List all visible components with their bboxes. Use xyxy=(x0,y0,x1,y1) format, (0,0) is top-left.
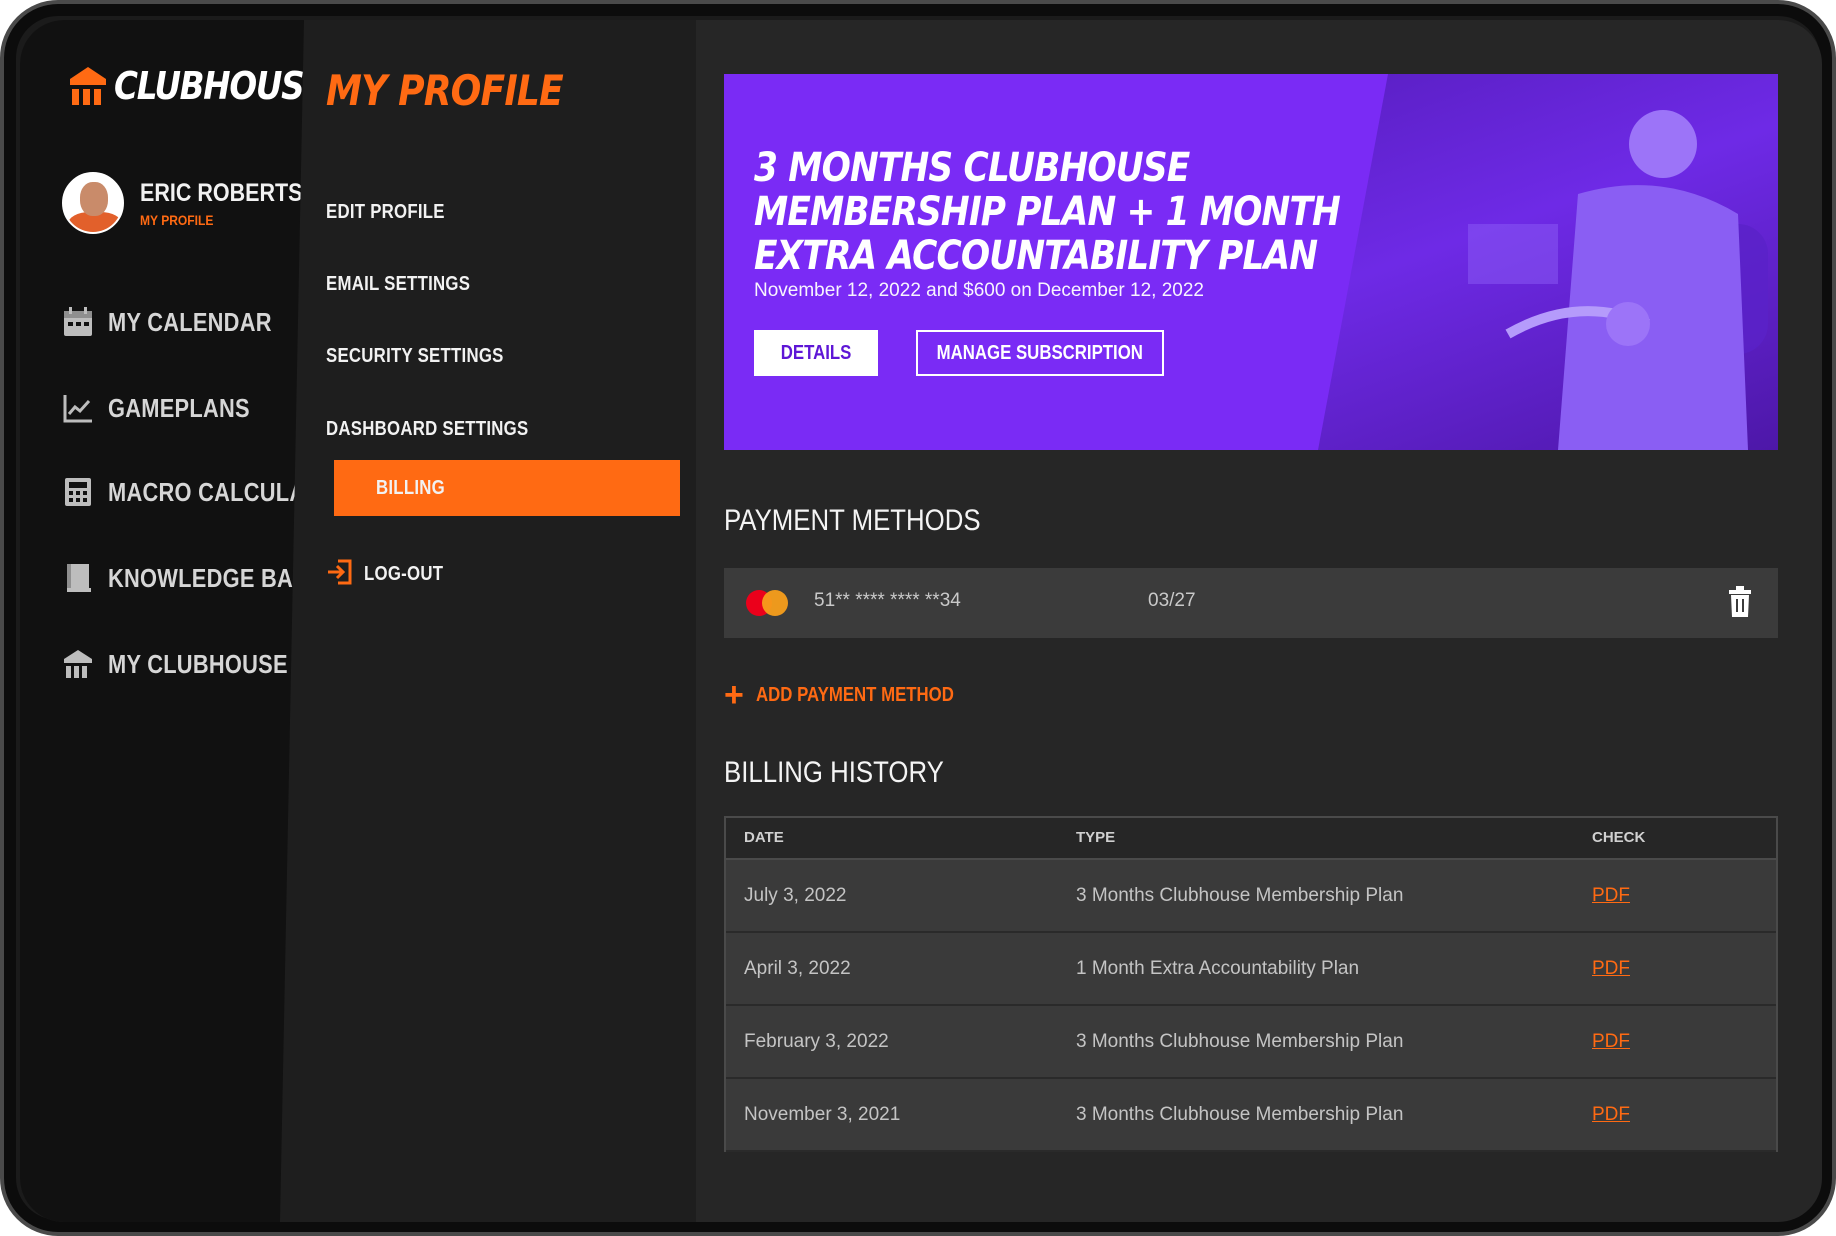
device-frame: CLUBHOUSE ERIC ROBERTS MY PROFILE MY CAL… xyxy=(0,0,1836,1236)
menu-dashboard-settings[interactable]: DASHBOARD SETTINGS xyxy=(326,401,567,457)
pdf-link[interactable]: PDF xyxy=(1592,885,1630,906)
brand-name: CLUBHOUSE xyxy=(114,64,326,108)
clubhouse-logo-icon xyxy=(68,65,108,107)
manage-subscription-button[interactable]: MANAGE SUBSCRIPTION xyxy=(916,330,1164,376)
calendar-icon xyxy=(62,306,94,338)
table-row: April 3, 2022 1 Month Extra Accountabili… xyxy=(726,933,1776,1006)
pdf-link[interactable]: PDF xyxy=(1592,1031,1630,1052)
clubhouse-icon xyxy=(62,648,94,680)
menu-billing[interactable]: BILLING xyxy=(334,460,680,516)
sidebar-item-my-clubhouse[interactable]: MY CLUBHOUSE xyxy=(62,648,322,680)
details-button[interactable]: DETAILS xyxy=(754,330,878,376)
user-name: ERIC ROBERTS xyxy=(140,178,303,207)
avatar xyxy=(62,172,124,234)
column-check: CHECK xyxy=(1592,829,1646,846)
payment-methods-title: PAYMENT METHODS xyxy=(724,504,981,537)
chart-icon xyxy=(62,392,94,424)
billing-history-title: BILLING HISTORY xyxy=(724,756,944,789)
billing-history-table: DATE TYPE CHECK July 3, 2022 3 Months Cl… xyxy=(724,816,1778,1152)
sidebar-item-calendar[interactable]: MY CALENDAR xyxy=(62,306,303,338)
book-icon xyxy=(62,562,94,594)
menu-edit-profile[interactable]: EDIT PROFILE xyxy=(326,184,467,240)
sidebar-item-label: MY CLUBHOUSE xyxy=(108,648,288,679)
trash-icon[interactable] xyxy=(1728,586,1752,618)
user-profile[interactable]: ERIC ROBERTS MY PROFILE xyxy=(62,172,329,234)
add-payment-method-button[interactable]: + ADD PAYMENT METHOD xyxy=(724,676,991,714)
logout-icon xyxy=(326,558,354,591)
sidebar-item-label: MY CALENDAR xyxy=(108,306,272,337)
table-row: November 3, 2021 3 Months Clubhouse Memb… xyxy=(726,1079,1776,1152)
subscription-banner: 3 MONTHS CLUBHOUSE MEMBERSHIP PLAN + 1 M… xyxy=(724,74,1778,450)
table-row: February 3, 2022 3 Months Clubhouse Memb… xyxy=(726,1006,1776,1079)
page-title: MY PROFILE xyxy=(326,66,564,115)
sidebar-item-label: KNOWLEDGE BASE xyxy=(108,562,323,593)
pdf-link[interactable]: PDF xyxy=(1592,1104,1630,1125)
card-number: 51** **** **** **34 xyxy=(814,590,961,611)
table-row: July 3, 2022 3 Months Clubhouse Membersh… xyxy=(726,860,1776,933)
table-header: DATE TYPE CHECK xyxy=(726,818,1776,860)
card-expiry: 03/27 xyxy=(1148,590,1196,611)
payment-method-row[interactable]: 51** **** **** **34 03/27 xyxy=(724,568,1778,638)
menu-logout[interactable]: LOG-OUT xyxy=(326,546,458,602)
athlete-photo xyxy=(1318,74,1778,450)
mastercard-icon xyxy=(746,590,790,616)
sidebar-item-gameplans[interactable]: GAMEPLANS xyxy=(62,392,277,424)
column-date: DATE xyxy=(744,829,784,846)
menu-email-settings[interactable]: EMAIL SETTINGS xyxy=(326,256,498,312)
sidebar-item-label: GAMEPLANS xyxy=(108,392,250,423)
column-type: TYPE xyxy=(1076,829,1116,846)
calculator-icon xyxy=(62,476,94,508)
plan-title: 3 MONTHS CLUBHOUSE MEMBERSHIP PLAN + 1 M… xyxy=(754,145,1341,279)
plan-description: November 12, 2022 and $600 on December 1… xyxy=(754,280,1204,301)
user-profile-link[interactable]: MY PROFILE xyxy=(140,212,302,228)
menu-security-settings[interactable]: SECURITY SETTINGS xyxy=(326,328,537,384)
plus-icon: + xyxy=(724,676,744,714)
app-screen: CLUBHOUSE ERIC ROBERTS MY PROFILE MY CAL… xyxy=(20,20,1822,1222)
pdf-link[interactable]: PDF xyxy=(1592,958,1630,979)
